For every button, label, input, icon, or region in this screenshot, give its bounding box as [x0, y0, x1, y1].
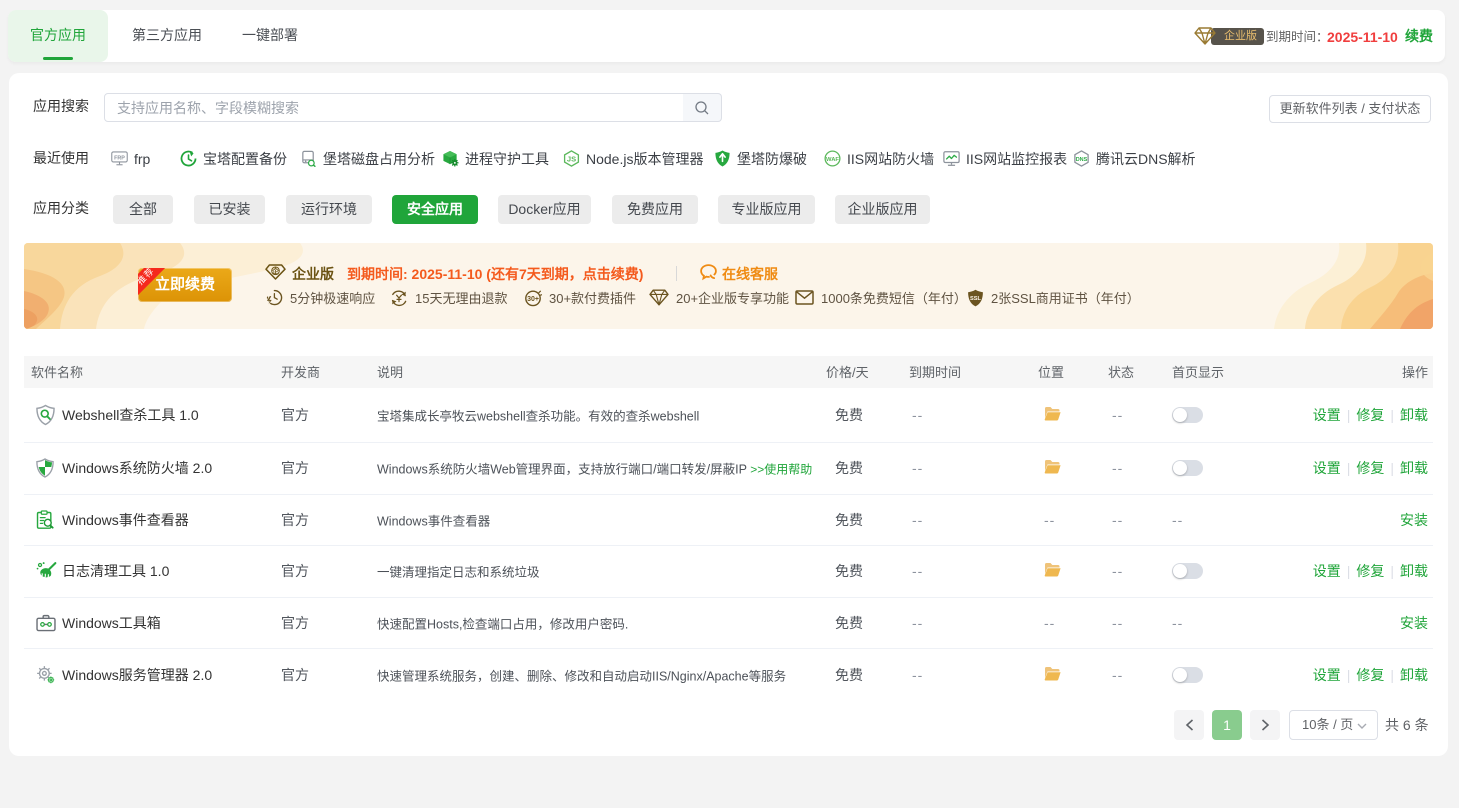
svg-text:SSL: SSL	[970, 296, 981, 302]
svg-text:DNS: DNS	[1076, 157, 1088, 163]
svg-text:企: 企	[271, 266, 279, 275]
svg-text:30+: 30+	[527, 296, 539, 303]
svg-text:FRP: FRP	[114, 156, 125, 162]
svg-text:JS: JS	[567, 154, 576, 163]
svg-text:WAF: WAF	[826, 157, 839, 163]
